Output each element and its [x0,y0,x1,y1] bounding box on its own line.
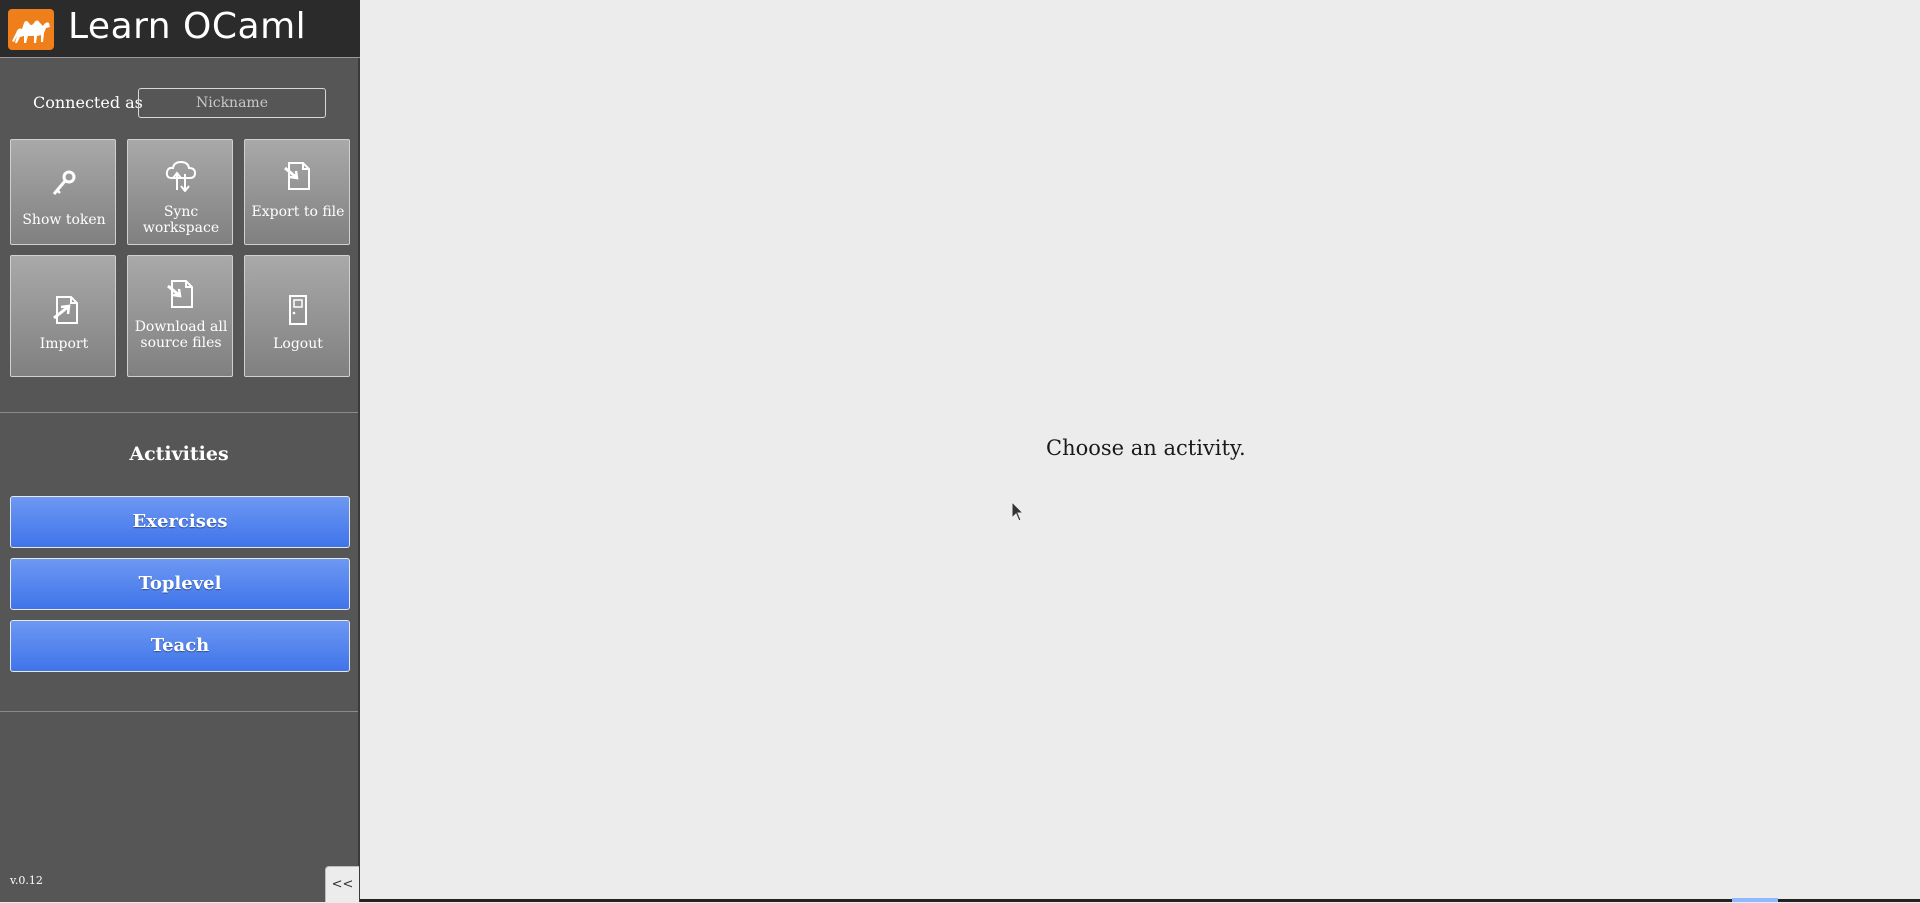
activities-heading: Activities [129,443,229,465]
sidebar: Learn OCaml Connected as Show token Syn [0,0,360,902]
cloud-sync-icon [128,160,234,192]
bottom-accent [1732,898,1778,902]
import-label: Import [39,336,89,352]
import-file-icon [11,294,117,326]
exercises-button[interactable]: Exercises [10,496,350,548]
version-label: v.0.12 [10,874,43,887]
toplevel-button[interactable]: Toplevel [10,558,350,610]
download-file-icon [128,278,234,310]
export-to-file-label: Export to file [251,204,345,220]
nickname-input[interactable] [138,88,326,118]
logout-label: Logout [273,336,323,352]
sync-workspace-button[interactable]: Sync workspace [127,139,233,245]
show-token-label: Show token [22,212,106,228]
download-all-source-files-label: Download all source files [134,319,228,351]
logout-button[interactable]: Logout [244,255,350,377]
key-icon [11,168,117,198]
download-all-source-files-button[interactable]: Download all source files [127,255,233,377]
door-icon [245,294,351,326]
sync-workspace-label: Sync workspace [142,204,220,236]
mouse-cursor-icon [1011,500,1025,527]
choose-activity-message: Choose an activity. [1046,436,1246,460]
camel-icon [8,9,54,50]
show-token-button[interactable]: Show token [10,139,116,245]
app-title: Learn OCaml [68,6,307,47]
export-to-file-button[interactable]: Export to file [244,139,350,245]
app-header: Learn OCaml [0,0,360,58]
teach-button[interactable]: Teach [10,620,350,672]
divider [0,412,358,413]
import-button[interactable]: Import [10,255,116,377]
export-file-icon [245,160,351,192]
collapse-sidebar-button[interactable]: << [325,866,359,902]
connected-as-label: Connected as [33,93,143,112]
divider [0,711,358,712]
